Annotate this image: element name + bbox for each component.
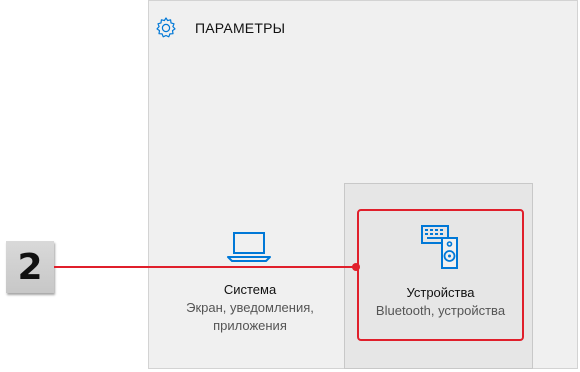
tile-system-desc: Экран, уведомления, приложения [165,299,335,335]
callout-line [54,266,357,268]
tile-devices-desc: Bluetooth, устройства [375,303,506,318]
callout-dot [352,263,360,271]
tile-devices[interactable]: Устройства Bluetooth, устройства [357,209,524,341]
callout-number: 2 [17,246,43,288]
tile-system-desc-line1: Экран, уведомления, [186,300,314,315]
laptop-icon [227,232,271,262]
tile-system-name: Система [223,282,277,297]
gear-icon [151,13,181,43]
devices-icon [420,225,458,269]
tile-system-desc-line2: приложения [213,318,287,333]
page-title: ПАРАМЕТРЫ [195,20,286,36]
tile-system[interactable]: Система Экран, уведомления, приложения [165,228,335,348]
window-header: ПАРАМЕТРЫ [151,13,285,43]
tile-devices-name: Устройства [406,285,475,300]
callout-badge: 2 [6,241,54,293]
